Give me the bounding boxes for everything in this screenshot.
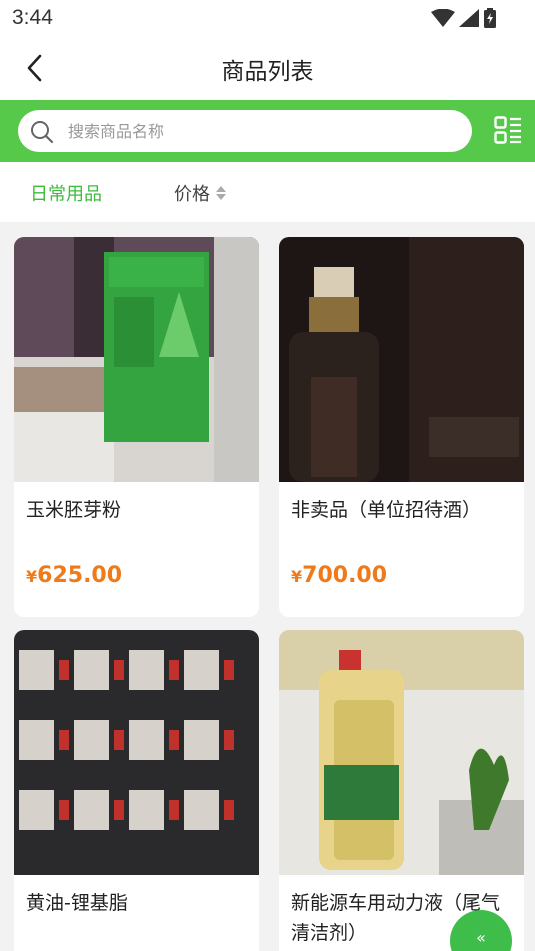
product-price: ¥625.00 bbox=[26, 563, 122, 588]
scan-icon[interactable] bbox=[494, 116, 522, 144]
product-card[interactable]: 玉米胚芽粉 ¥625.00 bbox=[14, 237, 259, 617]
search-input[interactable] bbox=[68, 110, 458, 152]
product-image bbox=[279, 630, 524, 875]
search-bar bbox=[0, 100, 535, 162]
search-icon bbox=[31, 121, 54, 144]
nav-bar: 商品列表 bbox=[0, 38, 535, 100]
filter-bar: 日常用品 价格 bbox=[0, 162, 535, 222]
product-image bbox=[14, 237, 259, 482]
product-card[interactable]: 黄油-锂基脂 bbox=[14, 630, 259, 951]
price-sort-label: 价格 bbox=[174, 184, 210, 205]
price-value: 700.00 bbox=[302, 563, 388, 588]
sort-arrows-icon bbox=[216, 186, 226, 200]
product-card[interactable]: 新能源车用动力液（尾气清洁剂） bbox=[279, 630, 524, 951]
wifi-icon bbox=[431, 9, 455, 27]
product-price: ¥700.00 bbox=[291, 563, 387, 588]
collapse-icon: « bbox=[476, 928, 486, 947]
price-sort-button[interactable]: 价格 bbox=[174, 180, 226, 206]
product-name: 非卖品（单位招待酒） bbox=[291, 499, 482, 521]
search-box[interactable] bbox=[18, 110, 472, 152]
battery-icon bbox=[484, 8, 496, 28]
currency-symbol: ¥ bbox=[26, 567, 38, 586]
status-time: 3:44 bbox=[12, 6, 53, 29]
product-name: 黄油-锂基脂 bbox=[26, 892, 128, 914]
signal-icon bbox=[459, 9, 479, 27]
status-bar: 3:44 bbox=[0, 0, 535, 38]
product-image bbox=[279, 237, 524, 482]
category-filter[interactable]: 日常用品 bbox=[30, 180, 102, 206]
product-image bbox=[14, 630, 259, 875]
status-icons bbox=[431, 8, 497, 28]
currency-symbol: ¥ bbox=[291, 567, 303, 586]
price-value: 625.00 bbox=[37, 563, 123, 588]
product-name: 玉米胚芽粉 bbox=[26, 499, 122, 521]
product-card[interactable]: 非卖品（单位招待酒） ¥700.00 bbox=[279, 237, 524, 617]
page-title: 商品列表 bbox=[221, 59, 314, 85]
